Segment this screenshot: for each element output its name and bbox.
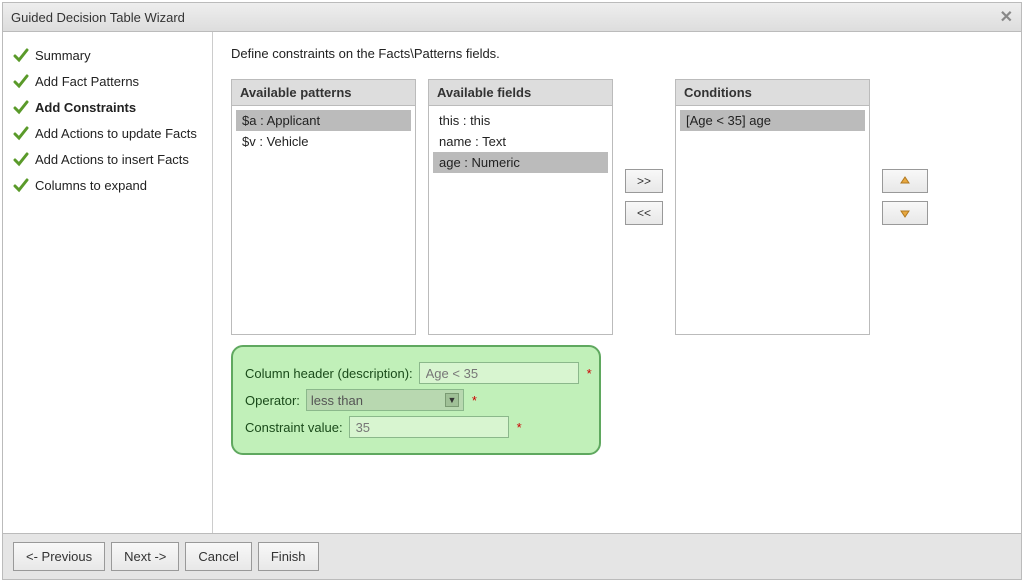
operator-row: Operator: less than ▼ * [245, 389, 587, 411]
check-icon [13, 125, 29, 141]
move-up-button[interactable] [882, 169, 928, 193]
constraint-value-label: Constraint value: [245, 420, 343, 435]
finish-button[interactable]: Finish [258, 542, 319, 571]
panel-header: Available fields [429, 80, 612, 106]
step-add-fact-patterns[interactable]: Add Fact Patterns [13, 68, 212, 94]
column-header-label: Column header (description): [245, 366, 413, 381]
available-patterns-panel: Available patterns $a : Applicant $v : V… [231, 79, 416, 335]
step-label: Add Fact Patterns [35, 74, 139, 89]
step-label: Add Constraints [35, 100, 136, 115]
operator-label: Operator: [245, 393, 300, 408]
condition-details-box: Column header (description): * Operator:… [231, 345, 601, 455]
title-bar: Guided Decision Table Wizard ✕ [3, 3, 1021, 32]
next-button[interactable]: Next -> [111, 542, 179, 571]
step-summary[interactable]: Summary [13, 42, 212, 68]
dropdown-icon: ▼ [445, 393, 459, 407]
step-label: Columns to expand [35, 178, 147, 193]
wizard-footer: <- Previous Next -> Cancel Finish [3, 533, 1021, 579]
transfer-buttons: >> << [625, 79, 663, 225]
reorder-buttons [882, 79, 928, 225]
move-down-button[interactable] [882, 201, 928, 225]
conditions-list: [Age < 35] age [676, 106, 869, 334]
step-columns-expand[interactable]: Columns to expand [13, 172, 212, 198]
operator-select[interactable]: less than ▼ [306, 389, 464, 411]
panel-header: Conditions [676, 80, 869, 106]
check-icon [13, 73, 29, 89]
list-item[interactable]: name : Text [433, 131, 608, 152]
check-icon [13, 151, 29, 167]
operator-value: less than [311, 393, 363, 408]
previous-button[interactable]: <- Previous [13, 542, 105, 571]
column-header-input[interactable] [419, 362, 579, 384]
check-icon [13, 47, 29, 63]
main-content: Define constraints on the Facts\Patterns… [213, 32, 1021, 533]
constraint-value-input[interactable] [349, 416, 509, 438]
available-fields-panel: Available fields this : this name : Text… [428, 79, 613, 335]
conditions-panel: Conditions [Age < 35] age [675, 79, 870, 335]
list-item[interactable]: $v : Vehicle [236, 131, 411, 152]
step-add-actions-update[interactable]: Add Actions to update Facts [13, 120, 212, 146]
cancel-button[interactable]: Cancel [185, 542, 251, 571]
step-add-actions-insert[interactable]: Add Actions to insert Facts [13, 146, 212, 172]
list-item[interactable]: age : Numeric [433, 152, 608, 173]
step-add-constraints[interactable]: Add Constraints [13, 94, 212, 120]
column-header-row: Column header (description): * [245, 362, 587, 384]
required-mark: * [472, 393, 477, 408]
list-item[interactable]: [Age < 35] age [680, 110, 865, 131]
arrow-up-icon [899, 175, 911, 187]
list-item[interactable]: this : this [433, 110, 608, 131]
required-mark: * [587, 366, 592, 381]
check-icon [13, 177, 29, 193]
required-mark: * [517, 420, 522, 435]
step-label: Summary [35, 48, 91, 63]
close-icon[interactable]: ✕ [1000, 7, 1013, 27]
check-icon [13, 99, 29, 115]
steps-sidebar: Summary Add Fact Patterns Add Constraint… [3, 32, 213, 533]
wizard-window: Guided Decision Table Wizard ✕ Summary A… [2, 2, 1022, 580]
remove-button[interactable]: << [625, 201, 663, 225]
arrow-down-icon [899, 207, 911, 219]
panel-header: Available patterns [232, 80, 415, 106]
list-item[interactable]: $a : Applicant [236, 110, 411, 131]
patterns-list: $a : Applicant $v : Vehicle [232, 106, 415, 334]
step-label: Add Actions to insert Facts [35, 152, 189, 167]
add-button[interactable]: >> [625, 169, 663, 193]
instruction-text: Define constraints on the Facts\Patterns… [231, 46, 1003, 61]
panels-row: Available patterns $a : Applicant $v : V… [231, 79, 1003, 335]
wizard-body: Summary Add Fact Patterns Add Constraint… [3, 32, 1021, 533]
constraint-value-row: Constraint value: * [245, 416, 587, 438]
window-title: Guided Decision Table Wizard [11, 10, 185, 25]
fields-list: this : this name : Text age : Numeric [429, 106, 612, 334]
step-label: Add Actions to update Facts [35, 126, 197, 141]
